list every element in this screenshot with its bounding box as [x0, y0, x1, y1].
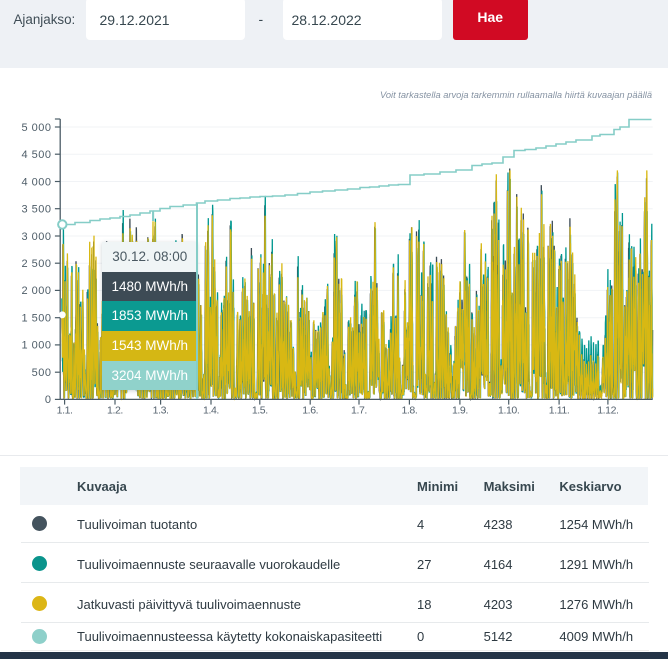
- svg-text:0: 0: [45, 394, 52, 406]
- svg-text:2 000: 2 000: [21, 285, 51, 297]
- svg-text:1.2.: 1.2.: [107, 405, 123, 417]
- svg-text:4 000: 4 000: [21, 176, 51, 188]
- svg-text:1.10.: 1.10.: [498, 405, 519, 417]
- svg-text:1.8.: 1.8.: [401, 405, 417, 417]
- svg-text:1.11.: 1.11.: [549, 405, 570, 417]
- svg-text:1.5.: 1.5.: [252, 405, 268, 417]
- svg-text:3 500: 3 500: [21, 204, 51, 216]
- svg-text:5 000: 5 000: [21, 122, 51, 134]
- svg-text:1.4.: 1.4.: [203, 405, 219, 417]
- svg-text:1 500: 1 500: [21, 313, 51, 325]
- svg-text:500: 500: [32, 367, 52, 379]
- svg-text:1.9.: 1.9.: [452, 405, 468, 417]
- svg-text:3 000: 3 000: [21, 231, 51, 243]
- svg-text:1.3.: 1.3.: [153, 405, 169, 417]
- svg-text:1.12.: 1.12.: [597, 405, 618, 417]
- svg-text:2 500: 2 500: [21, 258, 51, 270]
- svg-text:1.7.: 1.7.: [351, 405, 367, 417]
- svg-text:1.6.: 1.6.: [302, 405, 318, 417]
- svg-text:1 000: 1 000: [21, 340, 51, 352]
- svg-text:1.1.: 1.1.: [57, 405, 73, 417]
- svg-text:4 500: 4 500: [21, 149, 51, 161]
